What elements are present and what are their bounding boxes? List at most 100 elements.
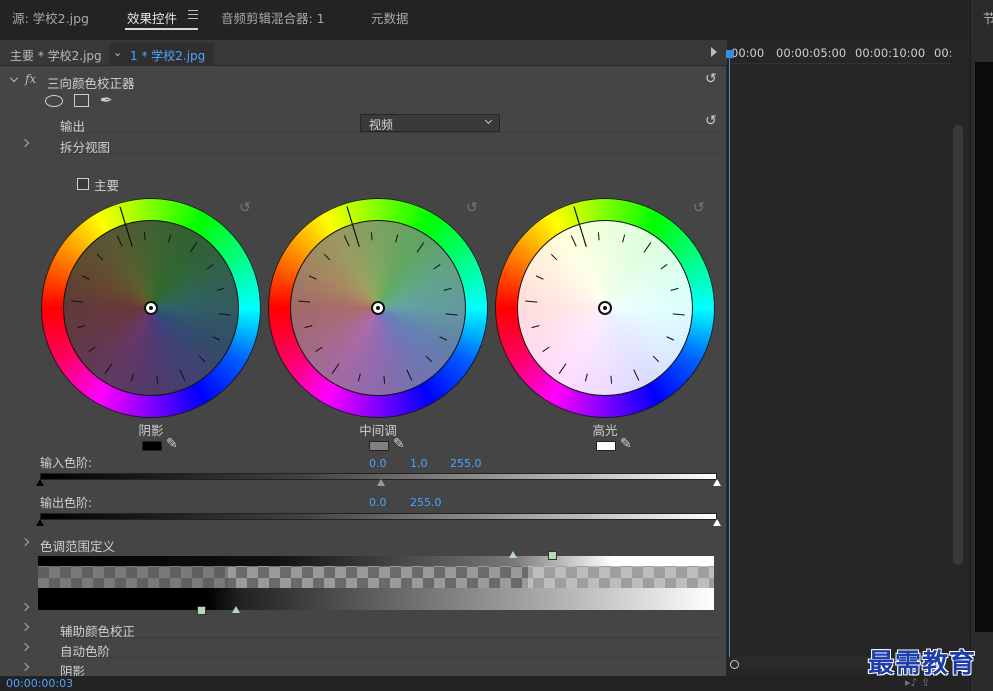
- ellipse-mask-icon[interactable]: [45, 95, 63, 107]
- show-timeline-toggle-icon[interactable]: [711, 47, 717, 57]
- shadows-section-label: 阴影: [60, 664, 86, 676]
- wheel-tick: [652, 355, 660, 363]
- output-white-value[interactable]: 255.0: [410, 496, 442, 509]
- wheel-tick: [304, 325, 313, 329]
- tonal-range-label: 色调范围定义: [40, 539, 116, 554]
- rectangle-mask-icon[interactable]: [74, 94, 89, 107]
- output-black-value[interactable]: 0.0: [369, 496, 387, 509]
- current-timecode[interactable]: 00:00:00:03: [6, 677, 73, 690]
- adjacent-panel-tab[interactable]: 节: [983, 8, 993, 27]
- expand-caret-icon[interactable]: [20, 642, 30, 652]
- highlights-reset-icon[interactable]: ↺: [693, 200, 705, 216]
- hue-angle-indicator[interactable]: [346, 206, 360, 247]
- wheel-tick: [416, 242, 425, 253]
- midtones-label: 中间调: [359, 423, 397, 438]
- midtones-reset-icon[interactable]: ↺: [466, 200, 478, 216]
- wheel-center-handle[interactable]: [598, 301, 612, 315]
- expand-caret-icon[interactable]: [20, 537, 30, 547]
- input-black-value[interactable]: 0.0: [369, 457, 387, 470]
- wheel-tick: [584, 373, 588, 382]
- output-reset-icon[interactable]: ↺: [705, 113, 717, 129]
- shadows-reset-icon[interactable]: ↺: [239, 200, 251, 216]
- wheel-tick: [168, 234, 172, 243]
- vertical-scrollbar[interactable]: [953, 125, 963, 565]
- tonal-range-row[interactable]: 色调范围定义: [0, 533, 727, 554]
- tab-effect-controls[interactable]: 效果控件: [127, 8, 177, 27]
- eyedropper-icon[interactable]: ✎: [620, 436, 632, 452]
- wheel-tick: [315, 346, 323, 353]
- input-white-slider[interactable]: [713, 479, 721, 486]
- wheel-tick: [189, 242, 198, 253]
- eyedropper-icon[interactable]: ✎: [166, 436, 178, 452]
- wheel-tick: [156, 375, 159, 384]
- wheel-tick: [116, 235, 123, 247]
- reset-icon[interactable]: ↺: [705, 71, 717, 87]
- wheel-tick: [670, 287, 679, 291]
- wheel-tick: [525, 300, 538, 303]
- effect-controls-panel: 主要 * 学校2.jpg ⌄ 1 * 学校2.jpg fx 三向颜色校正器 ↺ …: [0, 40, 727, 676]
- master-label: 主要: [94, 178, 120, 193]
- fx-toggle-icon[interactable]: fx: [25, 72, 36, 86]
- effect-header-row[interactable]: fx 三向颜色校正器 ↺: [0, 70, 727, 91]
- midtones-color-wheel[interactable]: [268, 198, 488, 418]
- shadows-section-row[interactable]: 阴影: [0, 658, 727, 676]
- highlights-color-swatch[interactable]: [596, 441, 616, 451]
- saturation-row[interactable]: [0, 598, 727, 618]
- master-clip-label[interactable]: 主要 * 学校2.jpg: [10, 47, 102, 64]
- split-view-row[interactable]: 拆分视图: [0, 134, 727, 155]
- time-ruler[interactable]: 00:00 00:00:05:00 00:00:10:00 00:: [729, 40, 953, 64]
- zoom-handle[interactable]: [730, 660, 739, 669]
- hue-angle-indicator[interactable]: [119, 206, 133, 247]
- wheel-tick: [558, 363, 567, 374]
- ruler-tick: 00:00:05:00: [776, 46, 847, 60]
- pen-mask-icon[interactable]: ✒: [100, 91, 113, 109]
- divider: [58, 153, 727, 154]
- playhead-line[interactable]: [729, 50, 730, 660]
- eyedropper-icon[interactable]: ✎: [393, 436, 405, 452]
- secondary-color-correction-row[interactable]: 辅助颜色校正: [0, 618, 727, 639]
- wheel-center-handle[interactable]: [144, 301, 158, 315]
- wheel-tick: [570, 235, 577, 247]
- output-select[interactable]: 视频: [360, 114, 500, 132]
- expand-caret-icon[interactable]: [20, 602, 30, 612]
- input-gray-value[interactable]: 1.0: [410, 457, 428, 470]
- wheel-tick: [370, 232, 373, 241]
- wheel-tick: [597, 232, 600, 241]
- highlight-softness-handle[interactable]: [509, 551, 517, 558]
- auto-levels-row[interactable]: 自动色阶: [0, 638, 727, 659]
- collapse-caret-icon[interactable]: [9, 73, 19, 83]
- output-black-slider[interactable]: [36, 519, 44, 526]
- effect-name: 三向颜色校正器: [47, 76, 135, 91]
- highlight-threshold-handle[interactable]: [548, 551, 557, 560]
- playhead-handle[interactable]: [726, 50, 734, 58]
- sequence-bar: 主要 * 学校2.jpg ⌄ 1 * 学校2.jpg: [0, 40, 727, 66]
- output-white-slider[interactable]: [713, 519, 721, 526]
- shadows-color-swatch[interactable]: [142, 441, 162, 451]
- input-gray-slider[interactable]: [377, 479, 385, 486]
- wheel-tick: [212, 336, 221, 341]
- input-white-value[interactable]: 255.0: [450, 457, 482, 470]
- tab-audio-clip-mixer[interactable]: 音频剪辑混合器: 1: [221, 8, 325, 27]
- expand-caret-icon[interactable]: [20, 622, 30, 632]
- timeline-area[interactable]: [729, 40, 970, 676]
- wheel-tick: [535, 275, 544, 280]
- wheel-tick: [383, 375, 386, 384]
- chevron-down-icon[interactable]: ⌄: [113, 46, 122, 59]
- highlights-color-wheel[interactable]: [495, 198, 715, 418]
- wheel-tick: [216, 287, 225, 291]
- wheel-tick: [308, 275, 317, 280]
- wheel-tick: [81, 275, 90, 280]
- midtones-color-swatch[interactable]: [369, 441, 389, 451]
- wheel-center-handle[interactable]: [371, 301, 385, 315]
- tab-source[interactable]: 源: 学校2.jpg: [12, 8, 89, 27]
- expand-caret-icon[interactable]: [20, 662, 30, 672]
- expand-caret-icon[interactable]: [20, 138, 30, 148]
- panel-menu-icon[interactable]: [188, 10, 198, 19]
- shadows-color-wheel[interactable]: [41, 198, 261, 418]
- hue-angle-indicator[interactable]: [573, 206, 587, 247]
- wheel-tick: [672, 313, 685, 316]
- input-black-slider[interactable]: [36, 479, 44, 486]
- tab-metadata[interactable]: 元数据: [371, 8, 409, 27]
- master-checkbox[interactable]: [77, 178, 89, 190]
- active-clip-label[interactable]: 1 * 学校2.jpg: [130, 47, 205, 64]
